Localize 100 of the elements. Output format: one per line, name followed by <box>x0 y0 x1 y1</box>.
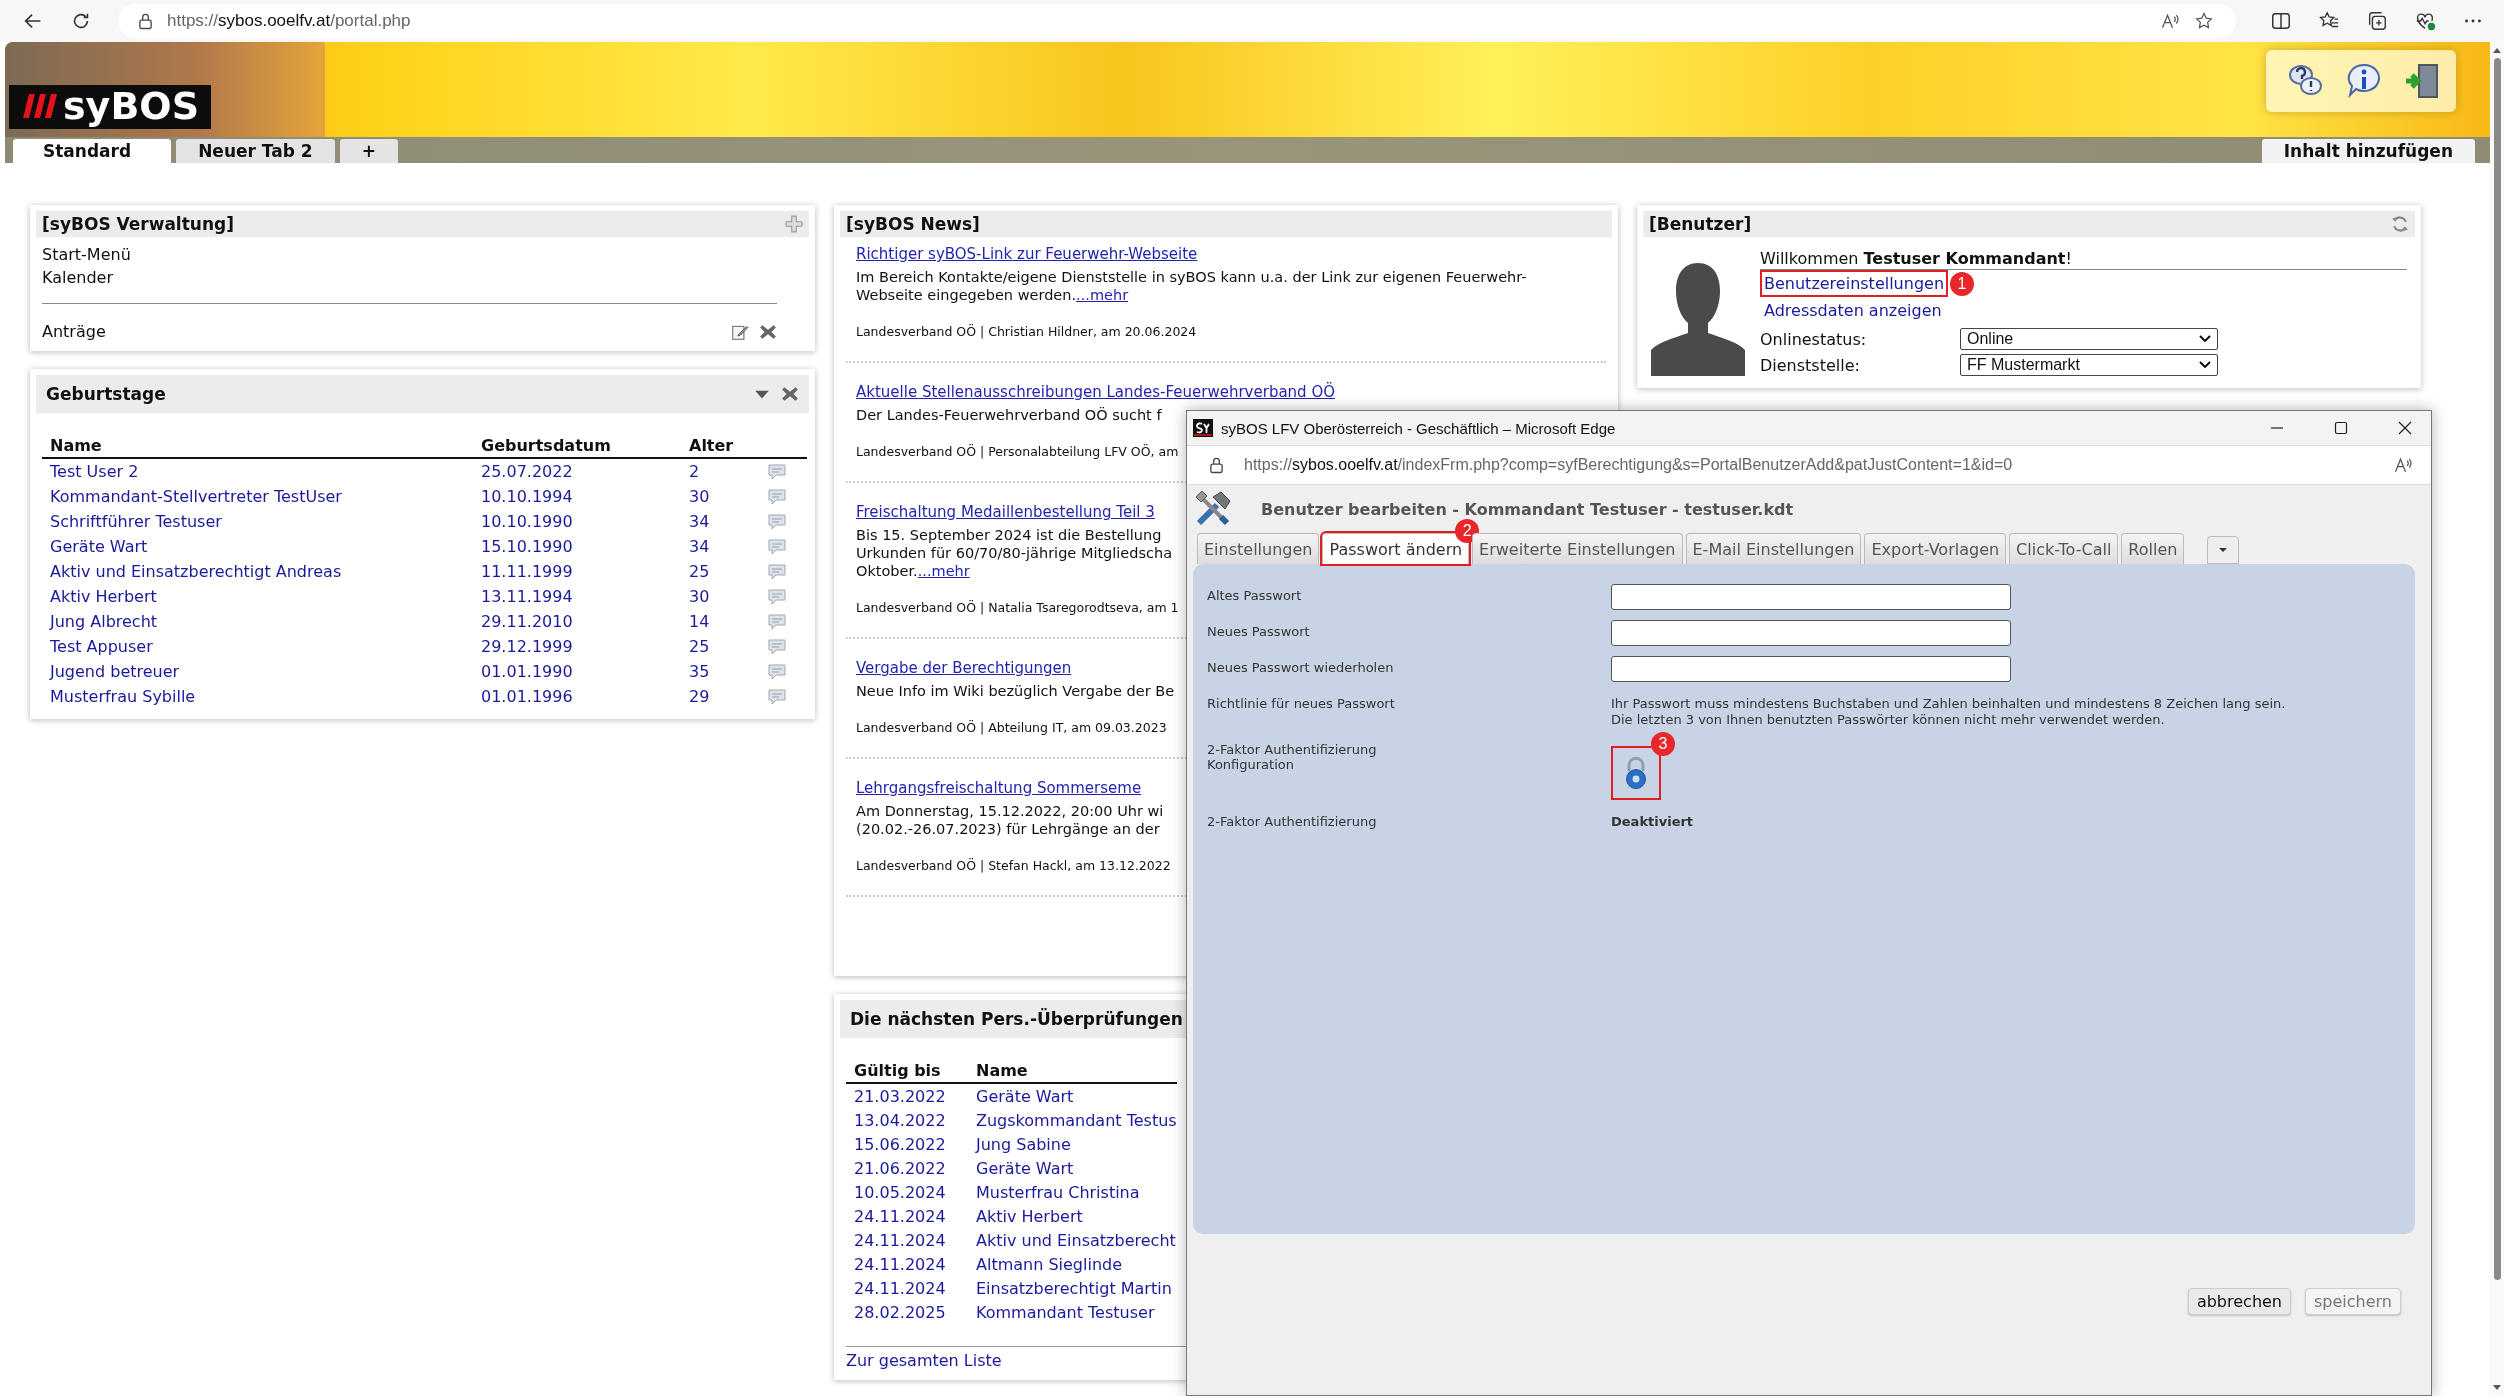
table-cell-text: 10.10.1990 <box>480 511 574 533</box>
table-cell: 2 <box>681 458 759 484</box>
news-text: (20.02.-26.07.2023) für Lehrgänge an der <box>856 820 1160 838</box>
dropdown[interactable]: Online <box>1960 328 2218 350</box>
tab[interactable]: Rollen <box>2121 533 2185 564</box>
person-link[interactable]: Aktiv Herbert <box>976 1206 1083 1226</box>
maximize-icon[interactable] <box>2333 420 2349 436</box>
dropdown[interactable]: FF Mustermarkt <box>1960 354 2218 376</box>
policy-text: Ihr Passwort muss mindestens Buchstaben und Zahlen beinhalten und mindestens 8 Zeichen lang sein. <box>1611 696 2287 712</box>
table-cell-text: 10.05.2024 <box>853 1181 947 1204</box>
person-link[interactable]: Kommandant Testuser <box>976 1302 1155 1322</box>
table-cell-text: 35 <box>688 661 711 683</box>
field-label: Richtlinie für neues Passwort <box>1207 695 1396 711</box>
tab[interactable]: Einstellungen <box>1197 533 1320 564</box>
panel-title: [syBOS News] <box>846 214 980 234</box>
news-text: Oktober....mehr <box>856 562 970 580</box>
table-cell-text: 24.11.2024 <box>853 1253 947 1276</box>
table-cell-text: 01.01.1996 <box>480 686 574 708</box>
scrollbar[interactable] <box>2490 42 2504 1396</box>
news-text: Der Landes-Feuerwehrverband OÖ sucht f <box>856 406 1162 424</box>
password-field[interactable] <box>1611 656 2011 682</box>
menu-item[interactable]: Kalender <box>42 268 114 287</box>
person-link[interactable]: Einsatzberechtigt Martin <box>976 1278 1172 1298</box>
callout-badge: 3 <box>1651 732 1675 756</box>
person-link[interactable]: Geräte Wart <box>976 1086 1074 1106</box>
sybos-logo: syBOS <box>9 85 212 129</box>
person-link[interactable]: Zugskommandant Testus <box>976 1110 1177 1130</box>
collections-icon[interactable] <box>2366 10 2388 32</box>
password-field[interactable] <box>1611 584 2011 610</box>
news-text: Neue Info im Wiki bezüglich Vergabe der Be <box>856 682 1175 700</box>
news-title-link[interactable]: Richtiger syBOS-Link zur Feuerwehr-Webseite <box>856 245 1198 263</box>
person-link[interactable]: Geräte Wart <box>50 537 148 556</box>
read-aloud-icon[interactable] <box>2160 11 2180 31</box>
person-link[interactable]: Altmann Sieglinde <box>976 1254 1123 1274</box>
news-meta: Landesverband OÖ | Christian Hildner, am 20.06.2024 <box>856 324 1197 339</box>
page-tab[interactable]: + <box>339 139 398 163</box>
panel-title: Die nächsten Pers.-Überprüfungen <box>850 1009 1183 1029</box>
news-meta: Landesverband OÖ | Stefan Hackl, am 13.12.2022 <box>856 858 1171 873</box>
caret-icon <box>2218 547 2229 553</box>
person-link[interactable]: Musterfrau Sybille <box>50 687 196 706</box>
more-link[interactable]: ...mehr <box>1076 287 1129 303</box>
health-check-icon[interactable] <box>2414 10 2436 32</box>
menu-item[interactable]: Anträge <box>42 322 106 341</box>
page-tab[interactable]: Standard <box>13 139 172 163</box>
more-link[interactable]: ...mehr <box>917 563 970 579</box>
star-icon[interactable] <box>2194 11 2214 31</box>
url-text: https://sybos.ooelfv.at/indexFrm.php?comp=syfBerechtigung&s=PortalBenutzerAdd&patJustContent=1&id=0 <box>1244 456 2013 474</box>
person-link[interactable]: Aktiv und Einsatzberechtigt Andreas <box>50 562 342 581</box>
chevron-icon <box>2199 335 2211 343</box>
person-link[interactable]: Aktiv Herbert <box>50 587 157 606</box>
page-tab[interactable]: Neuer Tab 2 <box>176 139 335 163</box>
person-link[interactable]: Test Appuser <box>50 637 153 656</box>
person-link[interactable]: Geräte Wart <box>976 1158 1074 1178</box>
table-cell-text: 29.12.1999 <box>480 636 574 658</box>
news-title-link[interactable]: Freischaltung Medaillenbestellung Teil 3 <box>856 503 1155 521</box>
person-link[interactable]: Test User 2 <box>50 462 139 481</box>
person-link[interactable]: Musterfrau Christina <box>976 1182 1140 1202</box>
person-link[interactable]: Schriftführer Testuser <box>50 512 222 531</box>
person-link[interactable]: Aktiv und Einsatzberecht <box>976 1230 1176 1250</box>
field-label: Onlinestatus: <box>1760 329 1868 349</box>
tab[interactable]: Export-Vorlagen <box>1864 533 2007 564</box>
app-logo-icon <box>1193 419 1213 437</box>
news-title-link[interactable]: Lehrgangsfreischaltung Sommerseme <box>856 779 1142 797</box>
read-aloud-icon[interactable] <box>2393 455 2413 475</box>
table-cell-text: 25 <box>688 636 711 658</box>
news-meta: Landesverband OÖ | Abteilung IT, am 09.03.2023 <box>856 720 1167 735</box>
table-cell-text: 24.11.2024 <box>853 1205 947 1228</box>
two-factor-lock-button[interactable] <box>1611 746 1661 800</box>
menu-item[interactable]: Start-Menü <box>42 245 131 264</box>
table-cell-text: 11.11.1999 <box>480 561 574 583</box>
scroll-down-icon[interactable] <box>2492 1384 2502 1392</box>
tab[interactable]: Click-To-Call <box>2009 533 2119 564</box>
table-cell: 21.03.2022 <box>846 1083 968 1108</box>
field-label: Dienststelle: <box>1760 355 1861 375</box>
news-title-link[interactable]: Vergabe der Berechtigungen <box>856 659 1072 677</box>
person-link[interactable]: Jugend betreuer <box>50 662 180 681</box>
close-icon[interactable] <box>2397 420 2413 436</box>
person-link[interactable]: Kommandant-Stellvertreter TestUser <box>50 487 342 506</box>
scroll-up-icon[interactable] <box>2492 46 2502 54</box>
split-screen-icon[interactable] <box>2270 10 2292 32</box>
column-header: Name <box>968 1058 1177 1083</box>
settings-link[interactable]: Benutzereinstellungen <box>1760 270 1949 297</box>
tab[interactable]: E-Mail Einstellungen <box>1685 533 1862 564</box>
delete-icon[interactable] <box>759 322 777 341</box>
news-text: Urkunden für 60/70/80-jährige Mitgliedscha <box>856 544 1173 562</box>
news-text: Webseite eingegeben werden....mehr <box>856 286 1129 304</box>
dialog-button[interactable]: abbrechen <box>2187 1288 2291 1315</box>
column-header: Gültig bis <box>846 1058 968 1083</box>
tab[interactable]: Erweiterte Einstellungen <box>1472 533 1683 564</box>
settings-link[interactable]: Adressdaten anzeigen <box>1760 297 1946 324</box>
news-title-link[interactable]: Aktuelle Stellenausschreibungen Landes-Feuerwehrverband OÖ <box>856 383 1335 401</box>
address-bar[interactable]: https://sybos.ooelfv.at/portal.php <box>118 4 2236 38</box>
tabs-dropdown-button[interactable] <box>2207 536 2240 564</box>
person-link[interactable]: Jung Albrecht <box>50 612 158 631</box>
add-content-button[interactable]: Inhalt hinzufügen <box>2261 139 2475 163</box>
field-label: Neues Passwort wiederholen <box>1207 659 1395 675</box>
person-link[interactable]: Jung Sabine <box>976 1134 1071 1154</box>
password-field[interactable] <box>1611 620 2011 646</box>
full-list-link[interactable]: Zur gesamten Liste <box>846 1351 1002 1370</box>
news-text: Bis 15. September 2024 ist die Bestellung <box>856 526 1162 544</box>
